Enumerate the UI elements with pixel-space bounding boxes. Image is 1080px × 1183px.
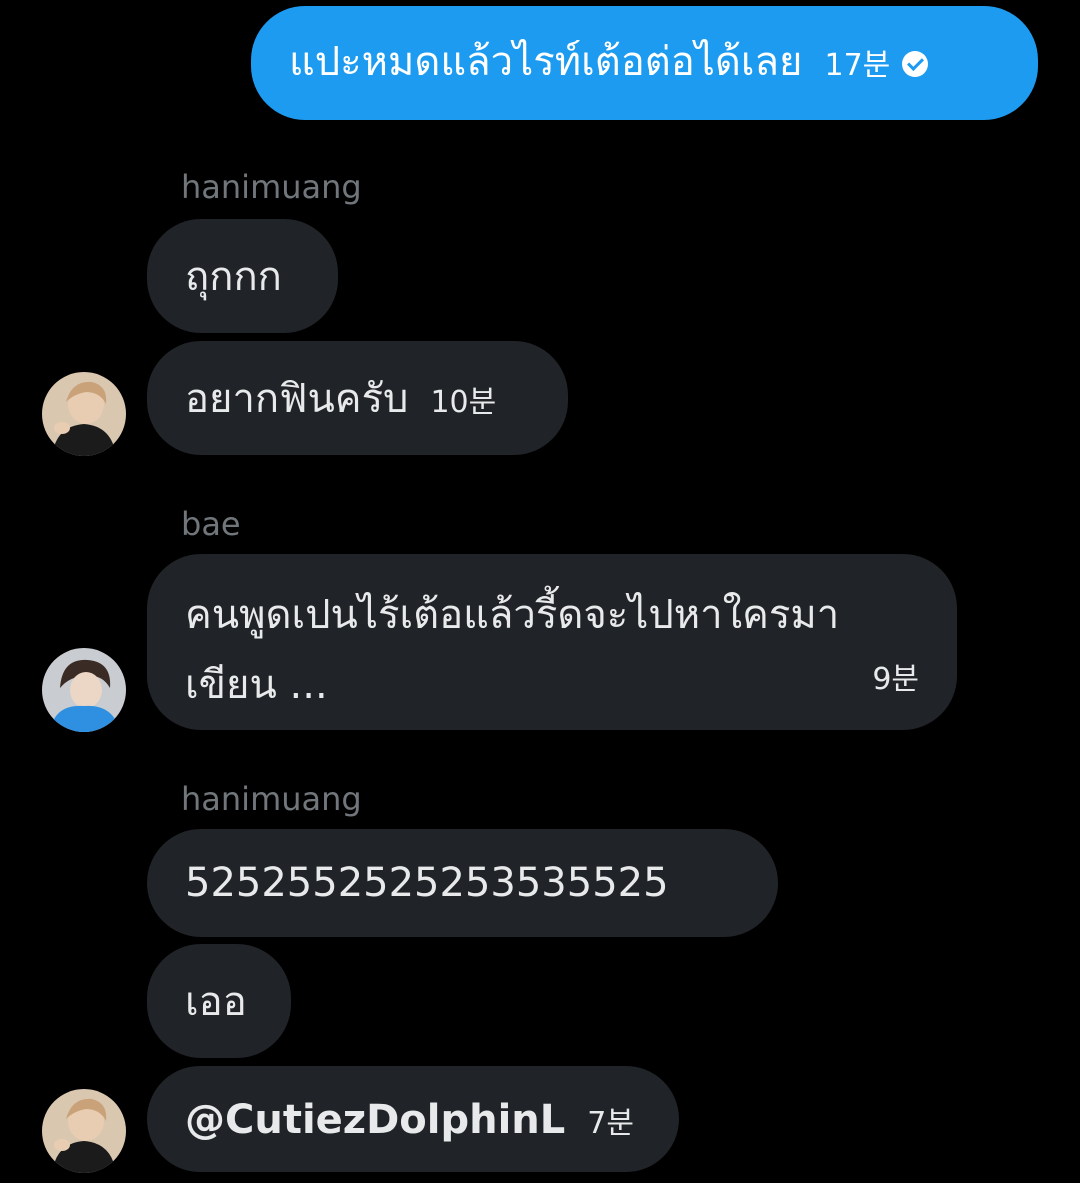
check-circle-icon bbox=[902, 51, 929, 77]
avatar[interactable] bbox=[42, 1089, 126, 1173]
incoming-message-bubble[interactable]: ถุกกก bbox=[147, 219, 338, 333]
incoming-message-bubble[interactable]: 5252552525253535525 bbox=[147, 829, 778, 937]
message-text-line: เขียน ... bbox=[185, 662, 328, 708]
message-time: 7분 bbox=[587, 1106, 634, 1141]
avatar[interactable] bbox=[42, 372, 126, 456]
outgoing-message-bubble[interactable]: แปะหมดแล้วไรท์เต้อต่อได้เลย 17분 bbox=[251, 6, 1038, 120]
mention-link[interactable]: @CutiezDolphinL bbox=[185, 1097, 565, 1143]
message-time: 10분 bbox=[430, 385, 497, 420]
sender-name: hanimuang bbox=[181, 780, 362, 818]
message-text-line: คนพูดเปนไร้เต้อแล้วรี้ดจะไปหาใครมา bbox=[185, 592, 840, 638]
incoming-message-bubble[interactable]: @CutiezDolphinL 7분 bbox=[147, 1066, 679, 1172]
message-text: ถุกกก bbox=[185, 254, 282, 300]
avatar[interactable] bbox=[42, 648, 126, 732]
incoming-message-bubble[interactable]: อยากฟินครับ 10분 bbox=[147, 341, 568, 455]
message-time: 9분 bbox=[872, 662, 919, 697]
message-text: อยากฟินครับ bbox=[185, 376, 409, 422]
message-text: แปะหมดแล้วไรท์เต้อต่อได้เลย bbox=[289, 39, 803, 85]
incoming-message-bubble[interactable]: คนพูดเปนไร้เต้อแล้วรี้ดจะไปหาใครมา เขียน… bbox=[147, 554, 957, 730]
incoming-message-bubble[interactable]: เออ bbox=[147, 944, 291, 1058]
sender-name: bae bbox=[181, 505, 241, 543]
message-text: เออ bbox=[185, 979, 247, 1025]
message-text: 5252552525253535525 bbox=[185, 860, 669, 906]
message-time: 17분 bbox=[824, 48, 891, 83]
sender-name: hanimuang bbox=[181, 168, 362, 206]
